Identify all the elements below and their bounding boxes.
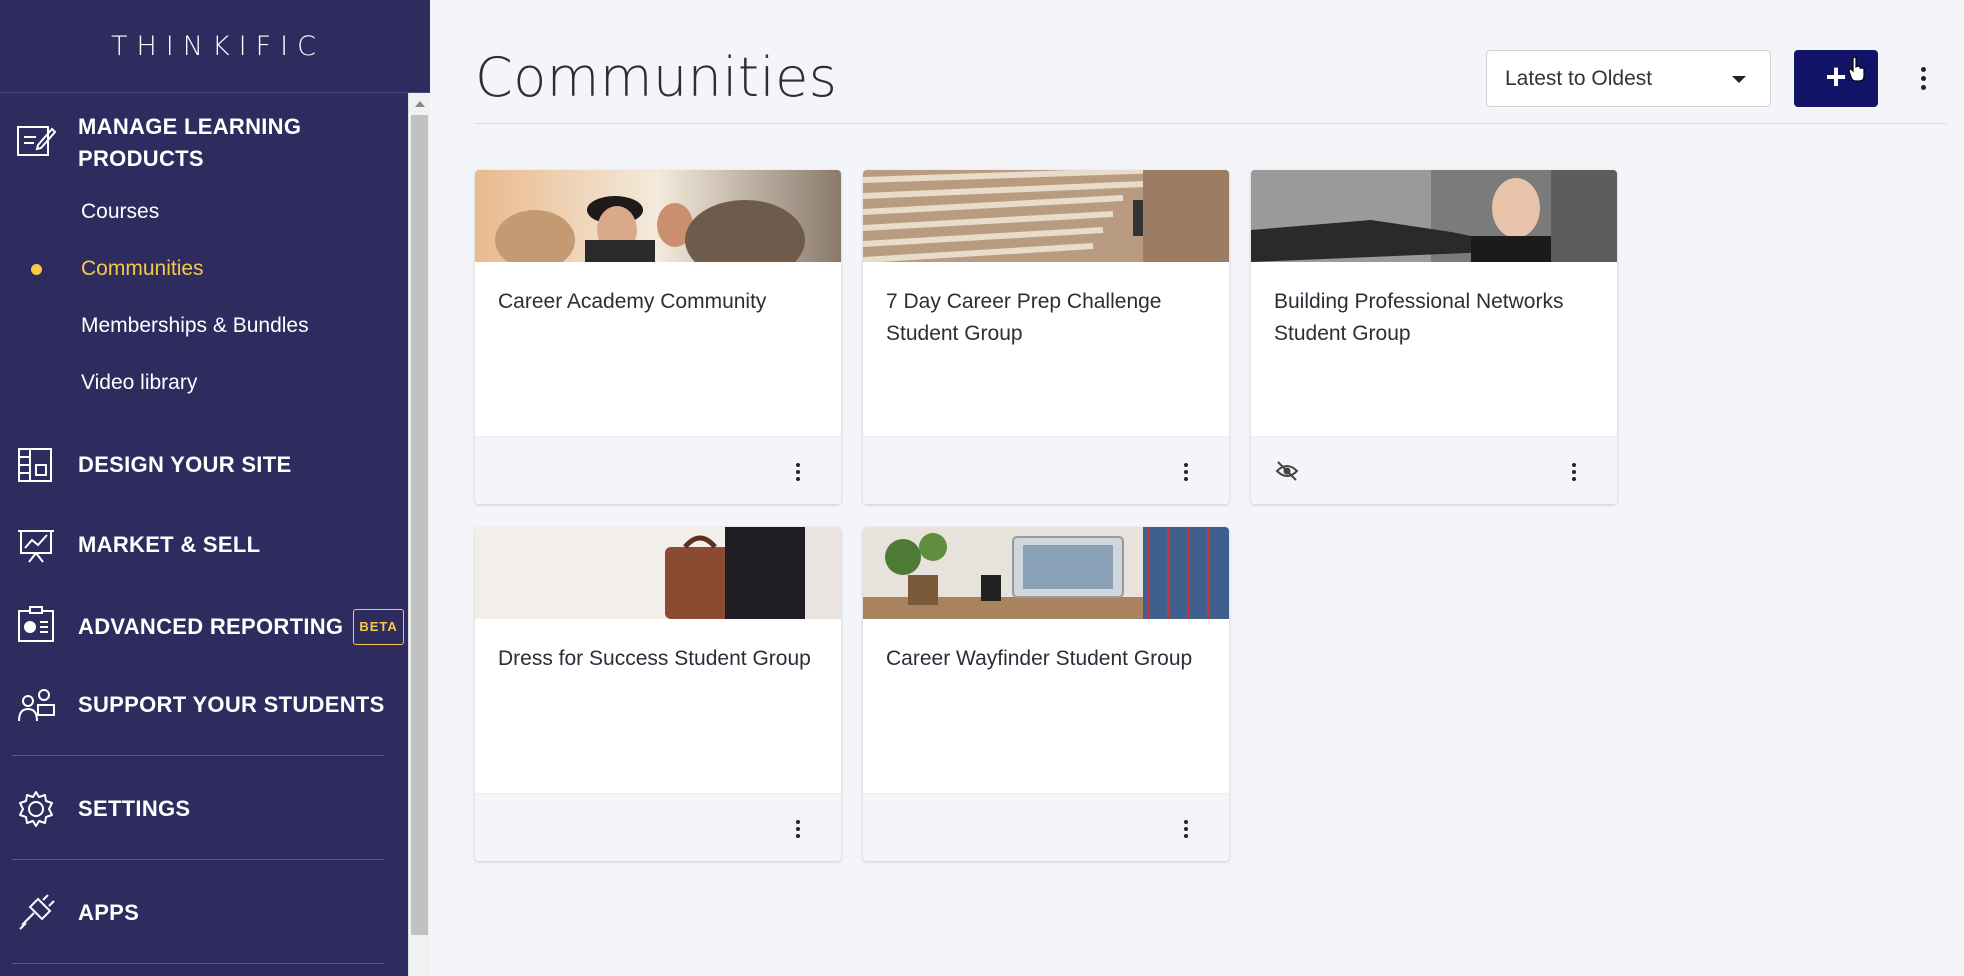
hidden-eye-icon[interactable] — [1275, 460, 1299, 482]
gear-icon — [19, 791, 53, 827]
page-title: Communities — [475, 46, 838, 109]
friends-laughing-image — [475, 170, 841, 262]
stairs-image — [863, 170, 1229, 262]
title-divider — [475, 123, 1947, 124]
sidebar-item-communities[interactable]: Communities — [81, 257, 204, 281]
sidebar-section-advanced-reporting[interactable]: ADVANCED REPORTING BETA — [0, 603, 408, 647]
community-thumbnail[interactable] — [863, 170, 1229, 262]
card-footer — [475, 436, 841, 504]
sidebar-divider — [12, 755, 384, 756]
sidebar-divider — [12, 859, 384, 860]
sidebar-section-apps[interactable]: APPS — [0, 891, 408, 935]
sidebar-section-settings[interactable]: SETTINGS — [0, 787, 408, 831]
community-thumbnail[interactable] — [863, 527, 1229, 619]
community-card[interactable]: Career Academy Community — [475, 170, 841, 504]
community-title[interactable]: 7 Day Career Prep Challenge Student Grou… — [886, 286, 1216, 350]
card-more-options-icon[interactable] — [1567, 459, 1581, 485]
more-options-icon[interactable] — [1908, 60, 1938, 96]
sidebar-section-label-text: ADVANCED REPORTING — [78, 614, 344, 639]
sidebar-section-label-line2: PRODUCTS — [78, 146, 204, 171]
sidebar-section-market-sell[interactable]: MARKET & SELL — [0, 523, 408, 567]
sidebar-section-label: SETTINGS — [78, 796, 191, 821]
community-card[interactable]: Dress for Success Student Group — [475, 527, 841, 861]
sidebar-section-design-your-site[interactable]: DESIGN YOUR SITE — [0, 443, 408, 487]
scroll-up-arrow-icon[interactable] — [415, 101, 425, 107]
card-more-options-icon[interactable] — [1179, 816, 1193, 842]
sidebar-section-manage-learning-products[interactable]: MANAGE LEARNING PRODUCTS — [0, 111, 408, 175]
thinking-man-image — [1251, 170, 1617, 262]
briefcase-image — [475, 527, 841, 619]
community-title[interactable]: Dress for Success Student Group — [498, 643, 828, 675]
card-footer — [863, 436, 1229, 504]
thinkific-logo[interactable]: THINKIFIC — [105, 31, 325, 62]
card-footer — [475, 793, 841, 861]
active-indicator-dot — [31, 264, 42, 275]
main-content: Communities Latest to Oldest + Career Ac… — [430, 0, 1964, 976]
sidebar-scrollbar[interactable] — [408, 93, 430, 976]
community-title[interactable]: Career Academy Community — [498, 286, 828, 318]
community-title[interactable]: Career Wayfinder Student Group — [886, 643, 1216, 675]
hand-cursor-icon — [1848, 56, 1865, 82]
sidebar-section-label: MANAGE LEARNING PRODUCTS — [78, 111, 301, 175]
card-more-options-icon[interactable] — [1179, 459, 1193, 485]
plug-icon — [19, 894, 55, 930]
layout-icon — [18, 448, 52, 482]
sidebar-section-label: SUPPORT YOUR STUDENTS — [78, 692, 385, 717]
sidebar-menu: MANAGE LEARNING PRODUCTS Courses Communi… — [0, 93, 408, 976]
community-card[interactable]: 7 Day Career Prep Challenge Student Grou… — [863, 170, 1229, 504]
beta-badge: BETA — [353, 609, 404, 645]
sidebar-item-memberships-bundles[interactable]: Memberships & Bundles — [81, 314, 309, 338]
presentation-chart-icon — [18, 530, 54, 563]
community-card[interactable]: Career Wayfinder Student Group — [863, 527, 1229, 861]
community-thumbnail[interactable] — [475, 527, 841, 619]
sidebar-item-courses[interactable]: Courses — [81, 200, 159, 224]
sidebar-section-label-line1: MANAGE LEARNING — [78, 114, 302, 139]
scrollbar-thumb[interactable] — [411, 115, 428, 935]
sidebar-section-label: APPS — [78, 900, 140, 925]
sidebar-section-support-your-students[interactable]: SUPPORT YOUR STUDENTS — [0, 683, 408, 727]
plus-icon: + — [1825, 56, 1847, 97]
card-footer — [1251, 436, 1617, 504]
card-more-options-icon[interactable] — [791, 459, 805, 485]
sidebar-section-label: MARKET & SELL — [78, 532, 261, 557]
report-clipboard-icon — [18, 606, 54, 642]
students-support-icon — [18, 689, 55, 722]
logo-bar: THINKIFIC — [0, 0, 430, 93]
community-title[interactable]: Building Professional Networks Student G… — [1274, 286, 1604, 350]
card-footer — [863, 793, 1229, 861]
community-card[interactable]: Building Professional Networks Student G… — [1251, 170, 1617, 504]
sort-dropdown-value: Latest to Oldest — [1505, 66, 1653, 90]
community-thumbnail[interactable] — [1251, 170, 1617, 262]
sidebar-section-label: DESIGN YOUR SITE — [78, 452, 292, 477]
sidebar-item-video-library[interactable]: Video library — [81, 371, 197, 395]
card-more-options-icon[interactable] — [791, 816, 805, 842]
community-thumbnail[interactable] — [475, 170, 841, 262]
sidebar-divider — [12, 963, 384, 964]
caret-down-icon — [1732, 76, 1746, 83]
sidebar-section-label: ADVANCED REPORTING BETA — [78, 609, 404, 645]
laptop-desk-image — [863, 527, 1229, 619]
sort-dropdown[interactable]: Latest to Oldest — [1486, 50, 1771, 107]
edit-document-icon — [17, 126, 56, 156]
sidebar: THINKIFIC MANAGE LEARNING PRODUCTS Cours… — [0, 0, 430, 976]
